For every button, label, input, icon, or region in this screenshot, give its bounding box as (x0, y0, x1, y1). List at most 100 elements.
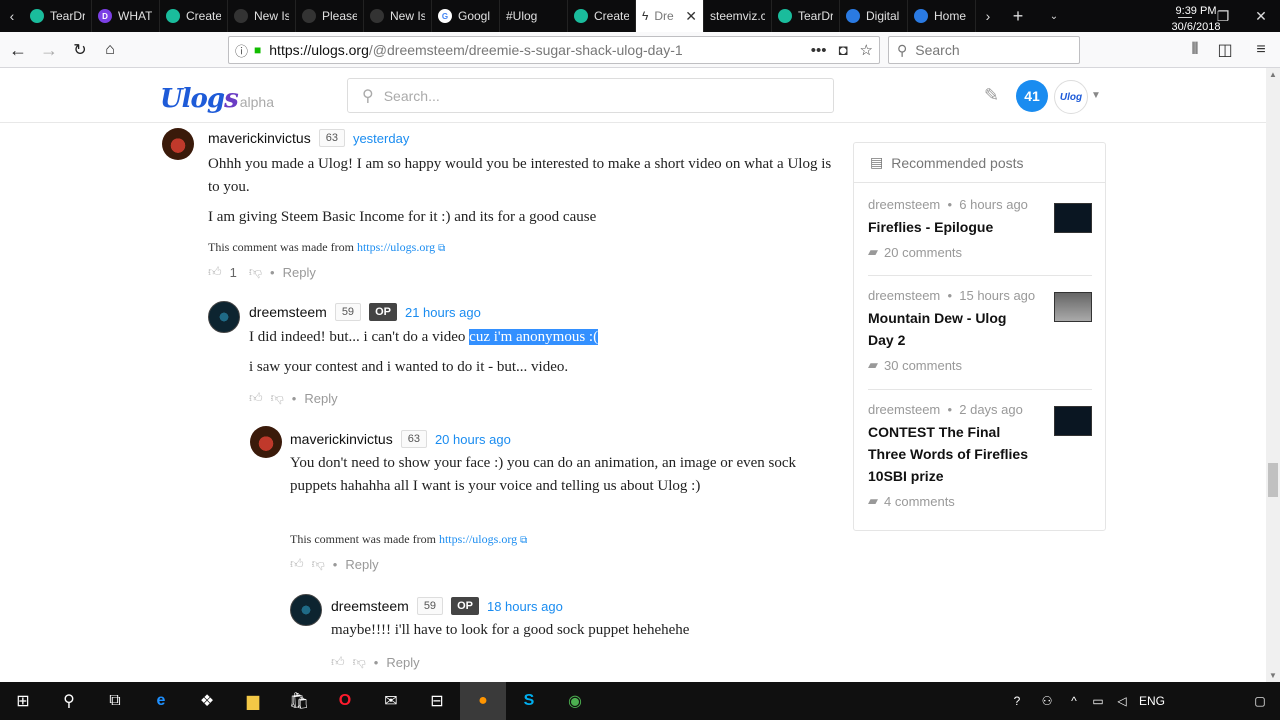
comment-timestamp[interactable]: 21 hours ago (405, 305, 481, 320)
post-thumbnail[interactable] (1054, 292, 1092, 322)
browser-tab[interactable]: D WHAT (92, 0, 160, 32)
forward-icon[interactable]: → (33, 35, 65, 65)
user-avatar[interactable]: Ulog (1054, 80, 1088, 114)
battery-icon[interactable]: ▭ (1086, 694, 1110, 708)
language-indicator[interactable]: ENG (1134, 694, 1170, 708)
reply-button[interactable]: Reply (283, 265, 316, 280)
recommended-item[interactable]: dreemsteem • 6 hours ago Fireflies - Epi… (868, 197, 1092, 260)
browser-tab[interactable]: Home (908, 0, 976, 32)
comment-author[interactable]: maverickinvictus (290, 431, 393, 447)
page-scrollbar[interactable]: ▲ ▼ (1266, 68, 1280, 682)
action-center-icon[interactable]: ▢ (1240, 694, 1280, 708)
post-title[interactable]: Mountain Dew - Ulog Day 2 (868, 307, 1028, 351)
back-icon[interactable]: ← (2, 35, 34, 65)
scroll-down-icon[interactable]: ▼ (1269, 671, 1277, 680)
info-icon[interactable]: ⓘ (235, 41, 248, 60)
downvote-icon[interactable]: 👎︎ (249, 264, 262, 280)
browser-tab[interactable]: #Ulog (500, 0, 568, 32)
made-from-link[interactable]: https://ulogs.org (357, 240, 435, 254)
url-text[interactable]: https://ulogs.org/@dreemsteem/dreemie-s-… (269, 42, 798, 58)
browser-tab[interactable]: Digital (840, 0, 908, 32)
browser-tab[interactable]: G Googl (432, 0, 500, 32)
made-from-link[interactable]: https://ulogs.org (439, 532, 517, 546)
mail-icon[interactable]: ✉ (368, 682, 414, 720)
downvote-icon[interactable]: 👎︎ (312, 556, 325, 572)
taskbar-clock[interactable]: 9:39 PM 30/6/2018 (1163, 3, 1229, 35)
volume-icon[interactable]: ◁ (1110, 694, 1134, 708)
chrome-icon[interactable]: ◉ (552, 682, 598, 720)
close-tab-icon[interactable]: ✕ (685, 8, 697, 25)
post-comments[interactable]: ▰ 4 comments (868, 493, 1092, 509)
write-post-icon[interactable]: ✎ (984, 85, 999, 106)
downvote-icon[interactable]: 👎︎ (353, 654, 366, 670)
avatar[interactable] (208, 301, 240, 333)
browser-tab[interactable]: TearDr (772, 0, 840, 32)
reply-button[interactable]: Reply (386, 655, 419, 670)
browser-tab[interactable]: New Is (364, 0, 432, 32)
home-icon[interactable]: ⌂ (94, 35, 126, 65)
library-icon[interactable]: ⫴ (1180, 36, 1210, 64)
close-window-icon[interactable]: ✕ (1242, 0, 1280, 32)
page-actions-icon[interactable]: ••• (811, 42, 827, 59)
chevron-down-icon[interactable]: ▼ (1091, 90, 1101, 101)
firefox-icon[interactable]: ● (460, 682, 506, 720)
post-thumbnail[interactable] (1054, 406, 1092, 436)
edge-icon[interactable]: e (138, 682, 184, 720)
reply-button[interactable]: Reply (345, 557, 378, 572)
avatar[interactable] (162, 128, 194, 160)
post-author[interactable]: dreemsteem (868, 288, 940, 303)
tab-list-icon[interactable]: ⌄ (1036, 0, 1072, 32)
post-title[interactable]: CONTEST The Final Three Words of Firefli… (868, 421, 1028, 487)
help-icon[interactable]: ? (1002, 694, 1032, 708)
upvote-icon[interactable]: 👍︎ (208, 264, 222, 280)
downvote-icon[interactable]: 👎︎ (271, 390, 284, 406)
browser-tab[interactable]: New Is (228, 0, 296, 32)
windows-start-icon[interactable]: ⊞ (0, 682, 46, 720)
vote-count[interactable]: 1 (230, 265, 237, 280)
post-author[interactable]: dreemsteem (868, 197, 940, 212)
site-logo[interactable]: Ulogs alpha (160, 84, 274, 114)
recommended-item[interactable]: dreemsteem • 2 days ago CONTEST The Fina… (868, 402, 1092, 509)
pocket-icon[interactable]: ◘ (838, 42, 847, 59)
sidebar-toggle-icon[interactable]: ◫ (1210, 36, 1240, 64)
browser-search-input[interactable]: ⚲ Search (888, 36, 1080, 64)
post-thumbnail[interactable] (1054, 203, 1092, 233)
browser-tab[interactable]: Create (568, 0, 636, 32)
browser-tab[interactable]: Please (296, 0, 364, 32)
hamburger-menu-icon[interactable]: ≡ (1246, 36, 1276, 64)
tabs-scroll-right-icon[interactable]: › (976, 0, 1000, 32)
browser-tab-active[interactable]: ϟ Dre ✕ (636, 0, 704, 32)
browser-tab[interactable]: steemviz.c (704, 0, 772, 32)
opera-icon[interactable]: O (322, 682, 368, 720)
scrollbar-thumb[interactable] (1268, 463, 1278, 497)
comment-author[interactable]: dreemsteem (331, 598, 409, 614)
store-icon[interactable]: 🛍︎ (276, 682, 322, 720)
chevron-up-icon[interactable]: ^ (1062, 694, 1086, 708)
notification-badge[interactable]: 41 (1016, 80, 1048, 112)
comment-author[interactable]: maverickinvictus (208, 130, 311, 146)
file-explorer-icon[interactable]: ▆ (230, 682, 276, 720)
tabs-scroll-left-icon[interactable]: ‹ (0, 0, 24, 32)
post-comments[interactable]: ▰ 30 comments (868, 357, 1092, 373)
upvote-icon[interactable]: 👍︎ (331, 654, 345, 670)
comment-timestamp[interactable]: 20 hours ago (435, 432, 511, 447)
dropbox-icon[interactable]: ❖ (184, 682, 230, 720)
comment-timestamp[interactable]: 18 hours ago (487, 599, 563, 614)
reload-icon[interactable]: ↻ (64, 35, 96, 65)
avatar[interactable] (290, 594, 322, 626)
post-author[interactable]: dreemsteem (868, 402, 940, 417)
comment-author[interactable]: dreemsteem (249, 304, 327, 320)
upvote-icon[interactable]: 👍︎ (249, 390, 263, 406)
lock-icon[interactable]: ■ (254, 43, 261, 57)
search-icon[interactable]: ⚲ (46, 682, 92, 720)
scroll-up-icon[interactable]: ▲ (1269, 70, 1277, 79)
task-view-icon[interactable]: ⧉ (92, 682, 138, 720)
new-tab-icon[interactable]: + (1000, 0, 1036, 32)
avatar[interactable] (250, 426, 282, 458)
post-comments[interactable]: ▰ 20 comments (868, 244, 1092, 260)
bookmark-star-icon[interactable]: ☆ (860, 41, 873, 59)
people-icon[interactable]: ⚇ (1032, 694, 1062, 708)
upvote-icon[interactable]: 👍︎ (290, 556, 304, 572)
site-search-input[interactable]: ⚲ Search... (347, 78, 834, 113)
recommended-item[interactable]: dreemsteem • 15 hours ago Mountain Dew -… (868, 288, 1092, 373)
